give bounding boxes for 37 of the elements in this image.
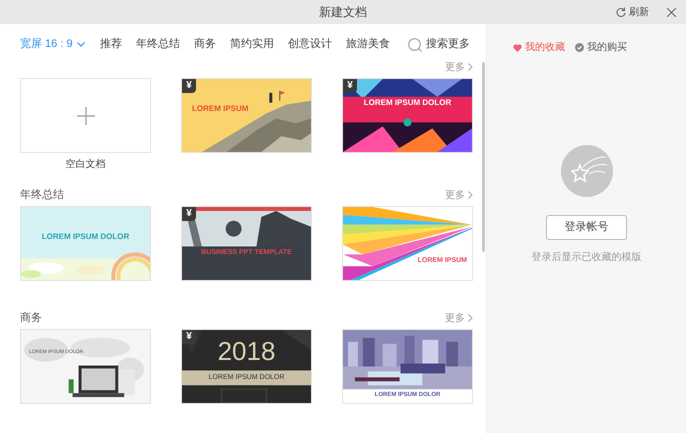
- close-icon[interactable]: [667, 8, 676, 16]
- login-hint: 登录后显示已收藏的模版: [532, 250, 642, 265]
- category-tab[interactable]: 推荐: [100, 36, 122, 53]
- section-heading: 商务: [20, 310, 42, 326]
- template-thumbnail[interactable]: LOREM IPSUM DOLOR ¥: [342, 78, 473, 153]
- chevron-right-icon: [468, 63, 473, 71]
- category-tab[interactable]: 商务: [194, 36, 216, 53]
- category-tab[interactable]: 年终总结: [136, 36, 180, 53]
- slide-year: 2018: [216, 336, 276, 366]
- window-title: 新建文档: [319, 4, 367, 21]
- blank-document-card[interactable]: [20, 78, 151, 153]
- scrollbar[interactable]: [482, 62, 485, 252]
- category-tab[interactable]: 简约实用: [230, 36, 274, 53]
- template-thumbnail[interactable]: LOREM IPSUM ¥: [181, 78, 312, 153]
- search-icon: [408, 38, 422, 52]
- slide-title: LOREM IPSUM DOLOR: [362, 99, 452, 107]
- card-caption: 空白文档: [66, 158, 106, 172]
- price-badge: ¥: [343, 79, 357, 93]
- chevron-right-icon: [468, 191, 473, 199]
- section-heading: 年终总结: [20, 188, 64, 203]
- price-badge: ¥: [182, 79, 196, 93]
- heart-icon: [513, 44, 522, 52]
- slide-title: LOREM IPSUM DOLOR: [40, 233, 130, 241]
- search-more-button[interactable]: 搜索更多: [408, 36, 470, 53]
- check-circle-icon: [575, 43, 584, 52]
- refresh-button[interactable]: 刷新: [616, 4, 649, 20]
- refresh-icon: [616, 7, 626, 17]
- login-account-button[interactable]: 登录帐号: [546, 215, 627, 240]
- price-badge: ¥: [182, 330, 196, 344]
- side-tab[interactable]: 我的购买: [575, 40, 627, 55]
- category-tab[interactable]: 旅游美食: [346, 36, 390, 53]
- chevron-right-icon: [468, 314, 473, 322]
- slide-title: LOREM IPSUM: [192, 105, 248, 113]
- chevron-down-icon: [76, 42, 85, 47]
- category-tab[interactable]: 创意设计: [288, 36, 332, 53]
- plus-icon: [76, 106, 94, 124]
- price-badge: ¥: [182, 207, 196, 221]
